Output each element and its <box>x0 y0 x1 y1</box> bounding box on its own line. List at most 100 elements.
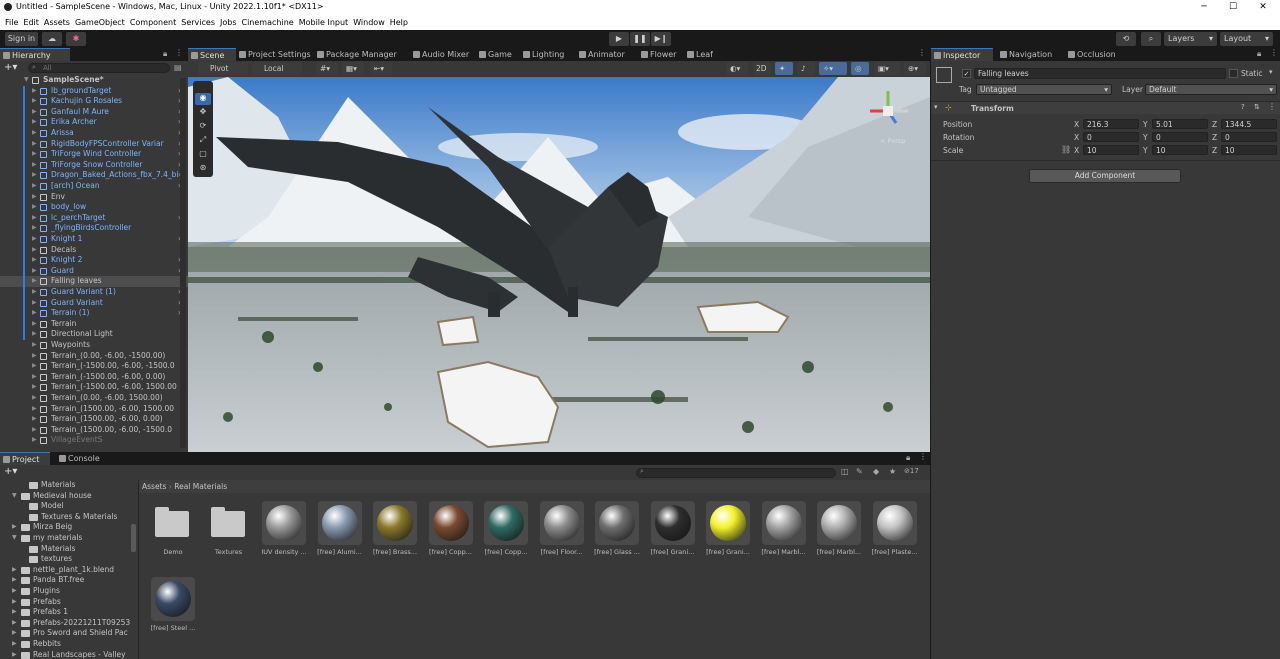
tab-animator[interactable]: Animator <box>576 48 638 61</box>
asset-material[interactable]: [free] Copp... <box>482 501 530 563</box>
hierarchy-scrollbar[interactable] <box>180 78 186 448</box>
local-dropdown[interactable]: Local <box>252 62 302 75</box>
move-tool-icon[interactable]: ✥ <box>195 107 211 119</box>
transform-scale-x-field[interactable]: 10 <box>1083 145 1139 155</box>
foldout-arrow-icon[interactable]: ▶ <box>32 245 37 256</box>
hierarchy-item[interactable]: ▶ _flyingBirdsController <box>0 223 188 234</box>
camera-settings-icon[interactable]: ▣▾ <box>874 62 900 75</box>
hierarchy-item[interactable]: ▶ Terrain_(1500.00, -6.00, 0.00) <box>0 414 188 425</box>
asset-material[interactable]: [free] Glass ... <box>593 501 641 563</box>
folder-tree-item[interactable]: ▶ Prefabs-20221211T09253 <box>0 618 137 629</box>
transform-rotation-z-field[interactable]: 0 <box>1221 132 1277 142</box>
foldout-arrow-icon[interactable]: ▶ <box>32 287 37 298</box>
foldout-arrow-icon[interactable]: ▶ <box>12 618 17 629</box>
asset-material[interactable]: [free] Marbl... <box>760 501 808 563</box>
folder-tree-item[interactable]: ▶ Prefabs <box>0 597 137 608</box>
constrain-proportions-icon[interactable]: ⛓ <box>1061 145 1071 154</box>
asset-material[interactable]: [free] Brass... <box>371 501 419 563</box>
chevron-down-icon[interactable]: ▾ <box>1269 68 1273 76</box>
hierarchy-item[interactable]: ▶[arch] Ocean› <box>0 181 188 192</box>
menu-gameobject[interactable]: GameObject <box>70 15 125 30</box>
folder-tree-item[interactable]: ▼ my materials <box>0 533 137 544</box>
asset-material[interactable]: [free] Floor... <box>538 501 586 563</box>
foldout-arrow-icon[interactable]: ▶ <box>32 107 37 118</box>
folder-tree-item[interactable]: ▼ Medieval house <box>0 491 137 502</box>
menu-edit[interactable]: Edit <box>18 15 39 30</box>
transform-scale-z-field[interactable]: 10 <box>1221 145 1277 155</box>
favorite-icon[interactable]: ★ <box>889 467 896 476</box>
hierarchy-item[interactable]: ▶ Decals <box>0 245 188 256</box>
snap-settings-icon[interactable]: ⇤▾ <box>370 62 392 75</box>
asset-material[interactable]: [free] Marbl... <box>815 501 863 563</box>
foldout-arrow-icon[interactable]: ▶ <box>32 404 37 415</box>
breadcrumb-assets[interactable]: Assets <box>142 482 166 491</box>
lighting-toggle-icon[interactable]: ✦ <box>775 62 793 75</box>
foldout-arrow-icon[interactable]: ▶ <box>12 586 17 597</box>
tab-occlusion[interactable]: Occlusion <box>1065 48 1127 61</box>
hierarchy-item[interactable]: ▶ Terrain_(1500.00, -6.00, -1500.0 <box>0 425 188 436</box>
tab-leaf[interactable]: Leaf <box>684 48 722 61</box>
tree-scrollbar[interactable] <box>131 524 136 552</box>
hierarchy-item[interactable]: ▶ Directional Light <box>0 329 188 340</box>
menu-assets[interactable]: Assets <box>39 15 70 30</box>
foldout-arrow-icon[interactable]: ▶ <box>32 223 37 234</box>
transform-rotation-y-field[interactable]: 0 <box>1152 132 1208 142</box>
hierarchy-item[interactable]: ▶lc_perchTarget› <box>0 213 188 224</box>
foldout-arrow-icon[interactable]: ▶ <box>12 597 17 608</box>
audio-toggle-icon[interactable]: ♪ <box>797 62 815 75</box>
asset-material[interactable]: IUV density ... <box>260 501 308 563</box>
folder-tree-item[interactable]: ▶ Prefabs 1 <box>0 607 137 618</box>
asset-material[interactable]: [free] Copp... <box>427 501 475 563</box>
filter-icon[interactable]: ▤ <box>174 63 182 72</box>
transform-tool-icon[interactable]: ⊛ <box>195 163 211 175</box>
hierarchy-item[interactable]: ▶ VillageEventS <box>0 435 188 446</box>
foldout-arrow-icon[interactable]: ▶ <box>32 382 37 393</box>
add-component-button[interactable]: Add Component <box>1029 169 1181 183</box>
foldout-arrow-icon[interactable]: ▶ <box>32 361 37 372</box>
pivot-dropdown[interactable]: Pivot <box>198 62 248 75</box>
tab-inspector[interactable]: Inspector <box>931 48 993 61</box>
foldout-arrow-icon[interactable]: ▶ <box>32 351 37 362</box>
tab-navigation[interactable]: Navigation <box>997 48 1065 61</box>
folder-tree-item[interactable]: Textures & Materials <box>0 512 137 523</box>
foldout-arrow-icon[interactable]: ▶ <box>32 393 37 404</box>
asset-material[interactable]: [free] Alumi... <box>316 501 364 563</box>
mode-2d-toggle[interactable]: 2D <box>753 62 771 75</box>
foldout-arrow-icon[interactable]: ▶ <box>12 565 17 576</box>
transform-header[interactable]: ▾ ⊹ Transform ? ⇅ ⋮ <box>931 101 1280 114</box>
foldout-arrow-icon[interactable]: ▶ <box>32 435 37 446</box>
orientation-gizmo[interactable]: < Persp <box>864 87 912 147</box>
foldout-arrow-icon[interactable]: ▼ <box>12 491 17 502</box>
increment-snap-icon[interactable]: ▦▾ <box>342 62 364 75</box>
tag-dropdown[interactable]: Untagged ▾ <box>976 84 1112 95</box>
hierarchy-item[interactable]: ▶Knight 1› <box>0 234 188 245</box>
static-checkbox[interactable] <box>1229 69 1238 78</box>
foldout-arrow-icon[interactable]: ▶ <box>12 522 17 533</box>
minimize-button[interactable]: ─ <box>1189 0 1219 15</box>
lock-icon[interactable]: 🔒︎ <box>163 49 167 59</box>
history-icon[interactable]: ⟲ <box>1116 32 1136 46</box>
folder-tree-item[interactable]: ▶ Mirza Beig <box>0 522 137 533</box>
asset-folder[interactable]: Textures <box>205 501 253 563</box>
foldout-arrow-icon[interactable]: ▶ <box>32 266 37 277</box>
asset-material[interactable]: [free] Steel ... <box>149 577 197 639</box>
folder-tree-item[interactable]: ▶ Pro Sword and Shield Pac <box>0 628 137 639</box>
layer-dropdown[interactable]: Default ▾ <box>1145 84 1277 95</box>
menu-dots-icon[interactable]: ⋮ <box>175 48 183 57</box>
foldout-arrow-icon[interactable]: ▶ <box>32 372 37 383</box>
foldout-arrow-icon[interactable]: ▶ <box>32 160 37 171</box>
menu-dots-icon[interactable]: ⋮ <box>1268 102 1276 111</box>
step-button[interactable]: ▶❙ <box>651 32 671 46</box>
menu-dots-icon[interactable]: ⋮ <box>918 48 926 57</box>
hierarchy-item[interactable]: ▶TriForge Wind Controller› <box>0 149 188 160</box>
hierarchy-item[interactable]: ▶ Terrain_(1500.00, -6.00, 1500.00 <box>0 404 188 415</box>
maximize-button[interactable]: ☐ <box>1218 0 1248 15</box>
hierarchy-item[interactable]: ▶Dragon_Baked_Actions_fbx_7.4_bi› <box>0 170 188 181</box>
draw-mode-icon[interactable]: ◐▾ <box>726 62 748 75</box>
foldout-arrow-icon[interactable]: ▶ <box>32 181 37 192</box>
foldout-arrow-icon[interactable]: ▶ <box>12 607 17 618</box>
cloud-icon[interactable]: ☁ <box>42 32 62 46</box>
rotate-tool-icon[interactable]: ⟳ <box>195 121 211 133</box>
menu-services[interactable]: Services <box>176 15 215 30</box>
menu-dots-icon[interactable]: ⋮ <box>919 452 927 461</box>
